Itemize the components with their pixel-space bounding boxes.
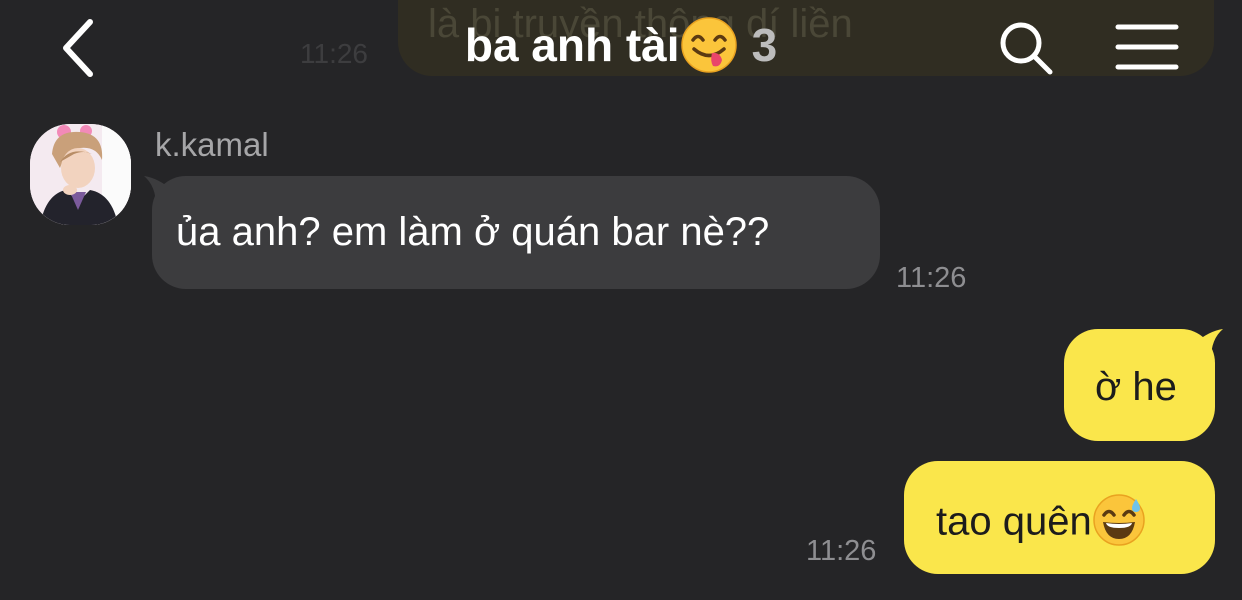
bubble-tail bbox=[1195, 329, 1223, 359]
incoming-message-bubble[interactable]: ủa anh? em làm ở quán bar nè?? bbox=[144, 176, 880, 289]
message-timestamp: 11:26 bbox=[896, 262, 967, 294]
outgoing-message-bubble[interactable]: ờ he bbox=[1064, 329, 1223, 441]
outgoing-message-bubble[interactable]: tao quên bbox=[904, 461, 1215, 574]
hamburger-menu-icon bbox=[1115, 24, 1179, 70]
bubble-tail bbox=[144, 176, 172, 206]
profile-photo bbox=[30, 124, 131, 225]
avatar[interactable] bbox=[30, 124, 131, 225]
incoming-message-text: ủa anh? em làm ở quán bar nè?? bbox=[176, 210, 770, 254]
previous-message-time: 11:26 bbox=[300, 38, 368, 69]
outgoing-message-text: ờ he bbox=[1095, 365, 1177, 409]
sender-name: k.kamal bbox=[155, 126, 269, 163]
chevron-left-icon bbox=[63, 19, 93, 77]
search-icon bbox=[1000, 22, 1053, 75]
search-button[interactable] bbox=[996, 18, 1056, 78]
previous-message-bubble[interactable]: là bị truyền thông dí liền bbox=[398, 0, 1214, 76]
grinning-sweat-emoji bbox=[1092, 494, 1145, 546]
previous-message-text: là bị truyền thông dí liền bbox=[428, 2, 853, 46]
message-timestamp: 11:26 bbox=[806, 535, 877, 567]
outgoing-message-text: tao quên bbox=[936, 499, 1092, 544]
chat-screen: là bị truyền thông dí liền 11:26 ba anh … bbox=[0, 0, 1242, 600]
outgoing-message-content: tao quên bbox=[936, 494, 1146, 551]
back-button[interactable] bbox=[52, 16, 108, 80]
menu-button[interactable] bbox=[1114, 22, 1180, 72]
